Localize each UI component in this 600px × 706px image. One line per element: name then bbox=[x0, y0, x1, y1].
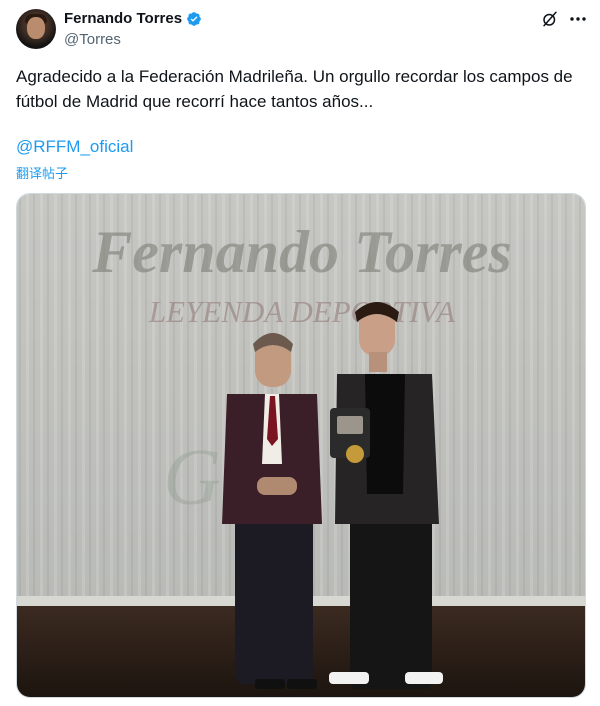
grok-icon[interactable] bbox=[541, 10, 559, 28]
mention-link[interactable]: @RFFM_oficial bbox=[16, 137, 133, 157]
author-display-name[interactable]: Fernando Torres bbox=[64, 10, 182, 27]
tweet-text: Agradecido a la Federación Madrileña. Un… bbox=[16, 67, 573, 111]
banner-subtitle: LEYENDA DEPORTIVA bbox=[148, 294, 456, 329]
translate-post-link[interactable]: 翻译帖子 bbox=[16, 163, 68, 182]
author-avatar[interactable] bbox=[16, 9, 56, 49]
banner-title: Fernando Torres bbox=[91, 219, 512, 285]
author-name-row: Fernando Torres bbox=[64, 10, 202, 27]
more-icon[interactable] bbox=[568, 11, 588, 27]
tweet-media-image[interactable]: Fernando Torres LEYENDA DEPORTIVA G bbox=[16, 193, 586, 698]
author-handle[interactable]: @Torres bbox=[64, 31, 121, 48]
verified-badge-icon bbox=[187, 11, 201, 26]
award-photo: Fernando Torres LEYENDA DEPORTIVA G bbox=[17, 194, 585, 697]
banner-monogram: G bbox=[163, 434, 221, 522]
avatar-face bbox=[27, 17, 45, 39]
